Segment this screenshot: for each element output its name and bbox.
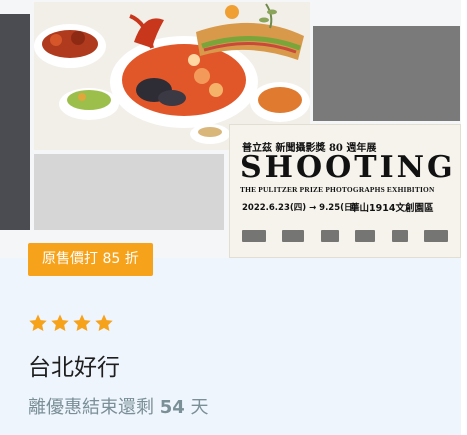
sponsor-logo — [320, 230, 339, 242]
offer-countdown: 離優惠結束還剩 54 天 — [28, 393, 209, 419]
star-rating — [28, 313, 114, 333]
poster-venue: 華山1914文創園區 — [350, 203, 434, 214]
exhibition-poster-image: 普立茲 新聞攝影獎 80 週年展 SHOOTING THE PULITZER P… — [229, 124, 461, 258]
product-card[interactable]: 普立茲 新聞攝影獎 80 週年展 SHOOTING THE PULITZER P… — [0, 0, 467, 435]
star-icon — [29, 314, 47, 331]
image-placeholder-dark — [0, 14, 30, 230]
card-edge — [461, 0, 467, 435]
sponsor-logo — [282, 230, 305, 242]
countdown-days: 54 — [159, 397, 185, 418]
image-placeholder-gray — [313, 26, 460, 121]
sponsor-logo — [423, 230, 448, 242]
star-icon — [73, 314, 91, 331]
poster-dates: 2022.6.23(四) → 9.25(日) — [242, 203, 357, 213]
sponsor-logo — [355, 230, 376, 242]
image-placeholder-light — [34, 154, 224, 230]
poster-headline: SHOOTING — [240, 150, 456, 185]
poster-subtitle: THE PULITZER PRIZE PHOTOGRAPHS EXHIBITIO… — [240, 185, 435, 194]
discount-badge: 原售價打 85 折 — [28, 243, 153, 276]
star-icon — [51, 314, 69, 331]
sponsor-logo — [242, 230, 266, 242]
product-image-collage[interactable]: 普立茲 新聞攝影獎 80 週年展 SHOOTING THE PULITZER P… — [0, 0, 467, 258]
star-icon — [95, 314, 113, 331]
product-title[interactable]: 台北好行 — [28, 348, 120, 382]
countdown-prefix: 離優惠結束還剩 — [28, 397, 160, 418]
countdown-suffix: 天 — [184, 397, 209, 418]
sponsor-logo — [391, 230, 408, 242]
poster-sponsor-logos — [242, 225, 448, 247]
